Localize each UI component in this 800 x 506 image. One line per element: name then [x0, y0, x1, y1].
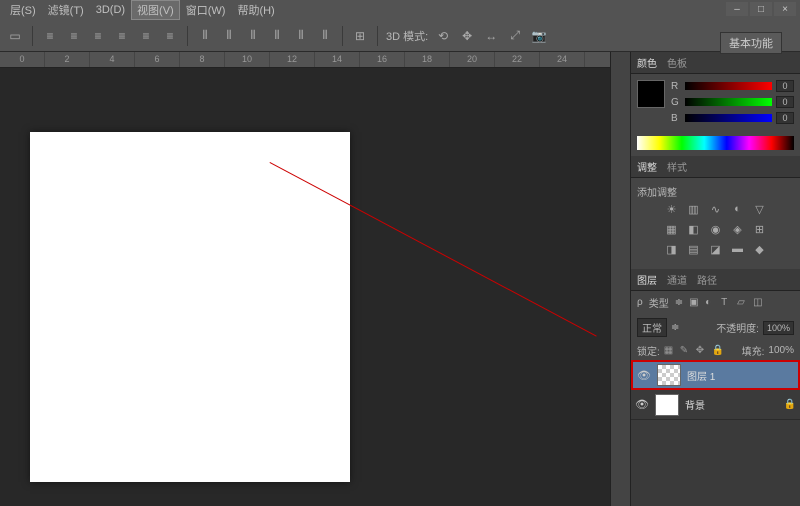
distribute-icon-4[interactable]: ⫴ — [316, 27, 334, 45]
align-bottom-icon[interactable]: ≡ — [161, 27, 179, 45]
3d-slide-icon[interactable]: ↔ — [482, 27, 500, 45]
minimize-button[interactable]: – — [726, 2, 748, 16]
ruler-horizontal: 0 2 4 6 8 10 12 14 16 18 20 22 24 — [0, 52, 610, 68]
foreground-swatch[interactable] — [637, 80, 665, 108]
blend-mode-select[interactable]: 正常 — [637, 318, 667, 337]
color-panel-header: 颜色 色板 — [631, 52, 800, 74]
colorlookup-icon[interactable]: ⊞ — [752, 223, 768, 237]
layer-thumbnail[interactable] — [655, 394, 679, 416]
tab-paths[interactable]: 路径 — [697, 272, 717, 287]
adjustments-panel-header: 调整 样式 — [631, 156, 800, 178]
mode-3d-label: 3D 模式: — [386, 28, 428, 44]
lock-transparency-icon[interactable]: ▦ — [664, 345, 676, 357]
3d-pan-icon[interactable]: ✥ — [458, 27, 476, 45]
bw-icon[interactable]: ◧ — [686, 223, 702, 237]
menu-layer[interactable]: 层(S) — [4, 0, 42, 20]
distribute-v-icon[interactable]: ⫴ — [220, 27, 238, 45]
filter-smart-icon[interactable]: ◫ — [753, 297, 765, 308]
distribute-icon-2[interactable]: ⫴ — [268, 27, 286, 45]
tab-channels[interactable]: 通道 — [667, 272, 687, 287]
lock-all-icon[interactable]: 🔒 — [712, 345, 724, 357]
levels-icon[interactable]: ▥ — [686, 203, 702, 217]
layer-list: 👁 图层 1 👁 背景 🔒 — [631, 360, 800, 506]
align-right-icon[interactable]: ≡ — [89, 27, 107, 45]
distribute-icon[interactable]: ⫴ — [244, 27, 262, 45]
window-controls: – □ × — [726, 2, 796, 16]
menu-view[interactable]: 视图(V) — [131, 0, 180, 20]
distribute-icon-3[interactable]: ⫴ — [292, 27, 310, 45]
filter-type-select[interactable]: 类型 — [649, 295, 669, 310]
3d-scale-icon[interactable]: ⤢ — [506, 27, 524, 45]
green-slider[interactable] — [685, 98, 772, 106]
workspace-button[interactable]: 基本功能 — [720, 32, 782, 54]
menu-help[interactable]: 帮助(H) — [231, 0, 280, 20]
menu-bar: 层(S) 滤镜(T) 3D(D) 视图(V) 窗口(W) 帮助(H) — [0, 0, 800, 20]
filter-adjust-icon[interactable]: ◐ — [705, 297, 717, 308]
align-top-icon[interactable]: ≡ — [113, 27, 131, 45]
canvas-area: 0 2 4 6 8 10 12 14 16 18 20 22 24 — [0, 52, 610, 506]
lock-icon: 🔒 — [784, 399, 796, 410]
blue-slider[interactable] — [685, 114, 772, 122]
filter-type-icon[interactable]: T — [721, 297, 733, 308]
tool-icon[interactable]: ▭ — [6, 27, 24, 45]
opacity-value[interactable]: 100% — [763, 321, 794, 335]
lock-image-icon[interactable]: ✎ — [680, 345, 692, 357]
filter-pixel-icon[interactable]: ▣ — [689, 297, 701, 308]
invert-icon[interactable]: ◨ — [664, 243, 680, 257]
color-spectrum[interactable] — [637, 136, 794, 150]
align-center-icon[interactable]: ≡ — [65, 27, 83, 45]
lock-position-icon[interactable]: ✥ — [696, 345, 708, 357]
color-panel: R0 G0 B0 — [631, 74, 800, 134]
maximize-button[interactable]: □ — [750, 2, 772, 16]
tab-adjustments[interactable]: 调整 — [637, 159, 657, 174]
collapsed-panel-tabs[interactable] — [610, 52, 630, 506]
curves-icon[interactable]: ∿ — [708, 203, 724, 217]
distribute-h-icon[interactable]: ⫴ — [196, 27, 214, 45]
tab-styles[interactable]: 样式 — [667, 159, 687, 174]
tab-swatches[interactable]: 色板 — [667, 55, 687, 70]
menu-window[interactable]: 窗口(W) — [180, 0, 232, 20]
photofilter-icon[interactable]: ◉ — [708, 223, 724, 237]
menu-3d[interactable]: 3D(D) — [90, 2, 131, 18]
3d-camera-icon[interactable]: 📷 — [530, 27, 548, 45]
close-button[interactable]: × — [774, 2, 796, 16]
layers-panel: ρ类型≑ ▣ ◐ T ▱ ◫ 正常≑ 不透明度: 100% 锁定: ▦ ✎ ✥ — [631, 291, 800, 506]
layer-item[interactable]: 👁 图层 1 — [631, 360, 800, 390]
3d-orbit-icon[interactable]: ⟲ — [434, 27, 452, 45]
brightness-icon[interactable]: ☀ — [664, 203, 680, 217]
panels-column: 颜色 色板 R0 G0 B0 调整 样式 添加调整 ☀ ▥ ∿ ◐ ▽ — [630, 52, 800, 506]
align-vcenter-icon[interactable]: ≡ — [137, 27, 155, 45]
auto-align-icon[interactable]: ⊞ — [351, 27, 369, 45]
posterize-icon[interactable]: ▤ — [686, 243, 702, 257]
tab-layers[interactable]: 图层 — [637, 272, 657, 287]
adjustments-panel: 添加调整 ☀ ▥ ∿ ◐ ▽ ▦ ◧ ◉ ◈ ⊞ ◨ ▤ ◪ ▬ ◆ — [631, 178, 800, 269]
tab-color[interactable]: 颜色 — [637, 55, 657, 70]
fill-value[interactable]: 100% — [768, 345, 794, 356]
menu-filter[interactable]: 滤镜(T) — [42, 0, 90, 20]
selective-icon[interactable]: ◆ — [752, 243, 768, 257]
visibility-toggle-icon[interactable]: 👁 — [637, 369, 651, 382]
options-bar: ▭ ≡ ≡ ≡ ≡ ≡ ≡ ⫴ ⫴ ⫴ ⫴ ⫴ ⫴ ⊞ 3D 模式: ⟲ ✥ ↔… — [0, 20, 800, 52]
layers-panel-header: 图层 通道 路径 — [631, 269, 800, 291]
visibility-toggle-icon[interactable]: 👁 — [635, 398, 649, 411]
red-slider[interactable] — [685, 82, 772, 90]
filter-shape-icon[interactable]: ▱ — [737, 297, 749, 308]
threshold-icon[interactable]: ◪ — [708, 243, 724, 257]
layer-item[interactable]: 👁 背景 🔒 — [631, 390, 800, 420]
exposure-icon[interactable]: ◐ — [730, 203, 746, 217]
align-left-icon[interactable]: ≡ — [41, 27, 59, 45]
gradientmap-icon[interactable]: ▬ — [730, 243, 746, 257]
layer-thumbnail[interactable] — [657, 364, 681, 386]
document-canvas[interactable] — [30, 132, 350, 482]
vibrance-icon[interactable]: ▽ — [752, 203, 768, 217]
channelmixer-icon[interactable]: ◈ — [730, 223, 746, 237]
hue-icon[interactable]: ▦ — [664, 223, 680, 237]
